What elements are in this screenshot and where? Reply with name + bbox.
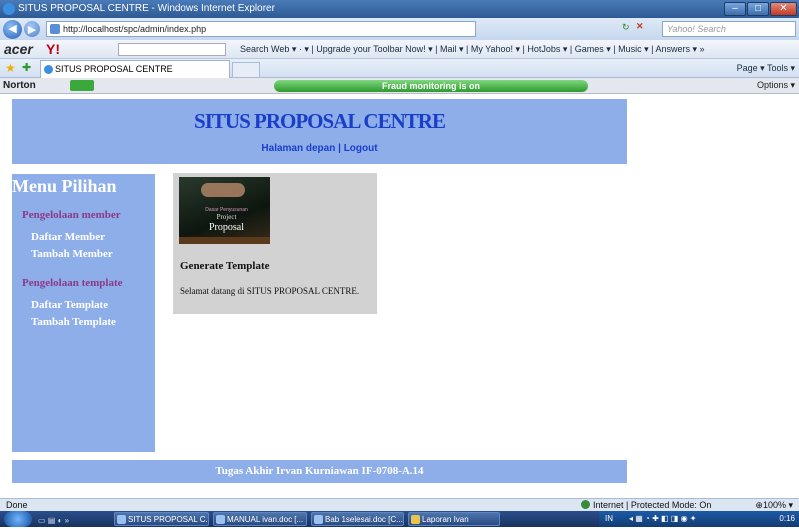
tab-label: SITUS PROPOSAL CENTRE [55,64,173,74]
add-favorites-icon[interactable]: ✚ [22,61,31,75]
handshake-graphic [201,183,245,197]
back-button[interactable]: ◀ [3,20,22,39]
norton-status-button[interactable] [70,80,94,91]
address-input[interactable]: http://localhost/spc/admin/index.php [46,21,476,37]
address-bar-row: ◀ ▶ http://localhost/spc/admin/index.php… [0,18,799,40]
taskbar-item-2[interactable]: MANUAL ivan.doc [... [213,512,307,526]
nav-separator: | [338,143,341,154]
footer-text: Tugas Akhir Irvan Kurniawan IF-0708-A.14 [215,465,424,477]
welcome-text: Selamat datang di SITUS PROPOSAL CENTRE. [180,286,360,296]
search-placeholder: Yahoo! Search [667,24,726,34]
yahoo-search-input[interactable] [118,43,226,56]
site-title: SITUS PROPOSAL CENTRE [194,109,446,133]
content-panel: Dasar Penyusunan Project Proposal Genera… [173,173,377,314]
window-title-bar: SITUS PROPOSAL CENTRE - Windows Internet… [0,0,799,18]
favorites-star-icon[interactable]: ★ [5,61,16,75]
yahoo-toolbar-items[interactable]: Search Web ▾ · ▾ | Upgrade your Toolbar … [240,40,705,58]
site-footer: Tugas Akhir Irvan Kurniawan IF-0708-A.14 [12,460,627,483]
tab-page-icon [44,65,53,74]
tab-situs-proposal-centre[interactable]: SITUS PROPOSAL CENTRE [40,60,230,78]
acer-logo: acer [4,41,33,57]
taskbar-item-label: Bab 1selesai.doc [C... [325,515,403,524]
system-tray: IN ◂ ▦ ◔ ✚ ◧ ◨ ◉ ✦ 0:16 [599,511,799,527]
yahoo-toolbar: acer Y! Search Web ▾ · ▾ | Upgrade your … [0,40,799,59]
zoom-text: 100% [762,500,786,510]
yahoo-logo-icon[interactable]: Y! [46,40,60,58]
section-member: Pengelolaan member [22,209,121,221]
tray-icons[interactable]: ◂ ▦ ◔ ✚ ◧ ◨ ◉ ✦ [629,511,696,527]
fraud-monitoring-bar[interactable]: Fraud monitoring is on [274,80,588,92]
book-line-3: Proposal [209,222,244,233]
book-strip [179,237,270,244]
tab-row: ★ ✚ SITUS PROPOSAL CENTRE Page ▾ Tools ▾ [0,59,799,78]
ie-icon [3,3,15,15]
site-header: SITUS PROPOSAL CENTRE Halaman depan | Lo… [12,99,627,164]
minimize-button[interactable]: – [724,2,746,16]
content-heading: Generate Template [180,260,270,272]
close-button[interactable]: ✕ [770,2,797,16]
word-icon [216,515,225,524]
taskbar-item-1[interactable]: SITUS PROPOSAL C... [114,512,209,526]
nav-logout-link[interactable]: Logout [344,143,378,154]
quick-launch[interactable]: ▭ ▤ ◐ » [38,513,108,525]
forward-button[interactable]: ▶ [24,21,40,37]
new-tab-button[interactable] [232,62,260,77]
norton-toolbar: Norton Fraud monitoring is on Options ▾ [0,78,799,94]
refresh-icon[interactable]: ↻ [622,22,630,33]
sidebar-menu: Menu Pilihan Pengelolaan member Daftar M… [12,174,155,452]
sidebar-item-daftar-member[interactable]: Daftar Member [31,231,105,243]
taskbar: ▭ ▤ ◐ » SITUS PROPOSAL C... MANUAL ivan.… [0,511,799,527]
book-line-2: Project [216,213,237,221]
norton-logo: Norton [3,80,36,91]
ie-icon [117,515,126,524]
page-icon [50,24,60,34]
stop-icon[interactable]: ✕ [636,21,644,32]
nav-home-link[interactable]: Halaman depan [261,143,335,154]
taskbar-item-label: Laporan Ivan [422,515,469,524]
taskbar-item-3[interactable]: Bab 1selesai.doc [C... [311,512,404,526]
globe-icon [581,500,590,509]
taskbar-item-label: MANUAL ivan.doc [... [227,515,304,524]
word-icon [314,515,323,524]
address-url: http://localhost/spc/admin/index.php [63,24,207,34]
command-bar[interactable]: Page ▾ Tools ▾ [737,59,795,78]
start-button[interactable] [4,511,32,527]
address-tools: ↻ ✕ [478,21,648,37]
window-title: SITUS PROPOSAL CENTRE - Windows Internet… [18,3,275,14]
taskbar-item-4[interactable]: Laporan Ivan [408,512,500,526]
sidebar-item-tambah-member[interactable]: Tambah Member [31,248,113,260]
taskbar-item-label: SITUS PROPOSAL C... [128,515,209,524]
zoom-level[interactable]: ⊕100% ▾ [755,499,793,511]
header-nav: Halaman depan | Logout [12,143,627,154]
status-bar: Done Internet | Protected Mode: On ⊕100%… [0,498,799,511]
sidebar-item-daftar-template[interactable]: Daftar Template [31,299,108,311]
security-zone[interactable]: Internet | Protected Mode: On [581,499,711,511]
section-template: Pengelolaan template [22,277,123,289]
clock[interactable]: 0:16 [779,511,795,527]
maximize-button[interactable]: □ [747,2,769,16]
language-indicator[interactable]: IN [605,514,613,523]
sidebar-item-tambah-template[interactable]: Tambah Template [31,316,116,328]
web-page: SITUS PROPOSAL CENTRE Halaman depan | Lo… [0,95,799,498]
zone-text: Internet | Protected Mode: On [593,500,712,510]
status-text: Done [6,500,28,510]
norton-options-button[interactable]: Options ▾ [757,78,795,93]
fraud-status-text: Fraud monitoring is on [382,81,480,91]
search-input[interactable]: Yahoo! Search [662,21,796,37]
menu-title: Menu Pilihan [12,176,117,196]
folder-icon [411,515,420,524]
book-cover-image: Dasar Penyusunan Project Proposal [179,177,270,244]
